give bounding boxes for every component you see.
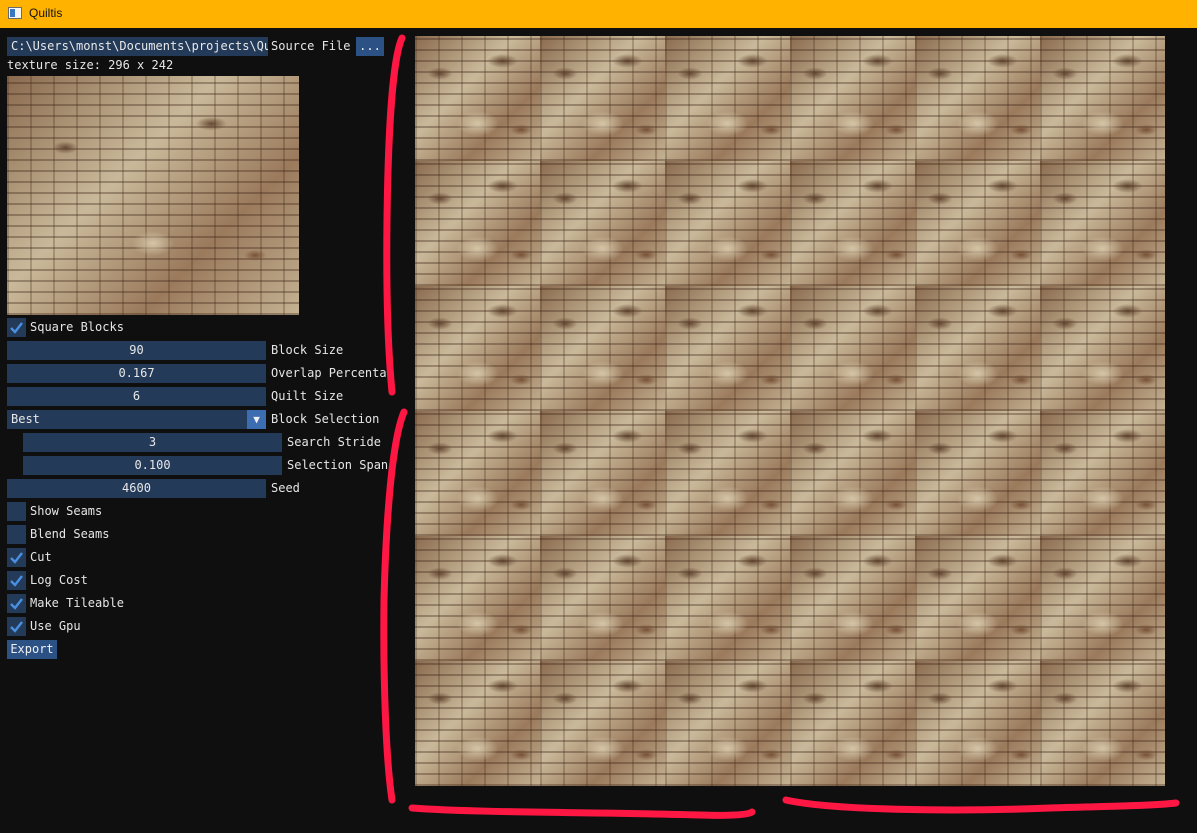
title-bar: Quiltis — [0, 0, 1197, 28]
control-panel: C:\Users\monst\Documents\projects\Qui So… — [0, 28, 400, 833]
overlap-percentage-label: Overlap Percentag — [271, 366, 394, 380]
annotation-stroke-bottom-right — [782, 796, 1180, 814]
checkmark-icon — [10, 575, 23, 587]
texture-size-text: texture size: 296 x 242 — [7, 58, 174, 72]
seed-input[interactable]: 4600 — [7, 479, 266, 498]
blend-seams-label: Blend Seams — [30, 527, 110, 541]
checkmark-icon — [10, 598, 23, 610]
square-blocks-checkbox[interactable] — [7, 318, 26, 337]
quilt-size-label: Quilt Size — [271, 389, 344, 403]
checkmark-icon — [10, 322, 23, 334]
log-cost-checkbox[interactable] — [7, 571, 26, 590]
cut-label: Cut — [30, 550, 52, 564]
seed-label: Seed — [271, 481, 300, 495]
make-tileable-label: Make Tileable — [30, 596, 124, 610]
show-seams-label: Show Seams — [30, 504, 103, 518]
show-seams-checkbox[interactable] — [7, 502, 26, 521]
block-selection-dropdown[interactable]: Best — [7, 410, 247, 429]
square-blocks-label: Square Blocks — [30, 320, 124, 334]
blend-seams-checkbox[interactable] — [7, 525, 26, 544]
use-gpu-label: Use Gpu — [30, 619, 81, 633]
use-gpu-checkbox[interactable] — [7, 617, 26, 636]
search-stride-label: Search Stride — [287, 435, 381, 449]
selection-span-input[interactable]: 0.100 — [23, 456, 282, 475]
overlap-percentage-input[interactable]: 0.167 — [7, 364, 266, 383]
export-button[interactable]: Export — [7, 640, 57, 659]
app-window-icon — [8, 7, 22, 19]
block-size-input[interactable]: 90 — [7, 341, 266, 360]
browse-button[interactable]: ... — [356, 37, 384, 56]
make-tileable-checkbox[interactable] — [7, 594, 26, 613]
source-texture-preview — [7, 76, 299, 315]
source-file-path-input[interactable]: C:\Users\monst\Documents\projects\Qui — [7, 37, 268, 56]
search-stride-input[interactable]: 3 — [23, 433, 282, 452]
checkmark-icon — [10, 621, 23, 633]
block-selection-label: Block Selection — [271, 412, 380, 426]
source-file-label: Source File — [271, 39, 351, 53]
selection-span-label: Selection Span — [287, 458, 389, 472]
checkmark-icon — [10, 552, 23, 564]
block-size-label: Block Size — [271, 343, 344, 357]
log-cost-label: Log Cost — [30, 573, 88, 587]
quilt-size-input[interactable]: 6 — [7, 387, 266, 406]
window-title: Quiltis — [29, 6, 63, 20]
cut-checkbox[interactable] — [7, 548, 26, 567]
dropdown-arrow-icon[interactable]: ▼ — [247, 410, 266, 429]
quilt-output-image — [415, 36, 1165, 786]
annotation-stroke-bottom-left — [408, 804, 756, 819]
